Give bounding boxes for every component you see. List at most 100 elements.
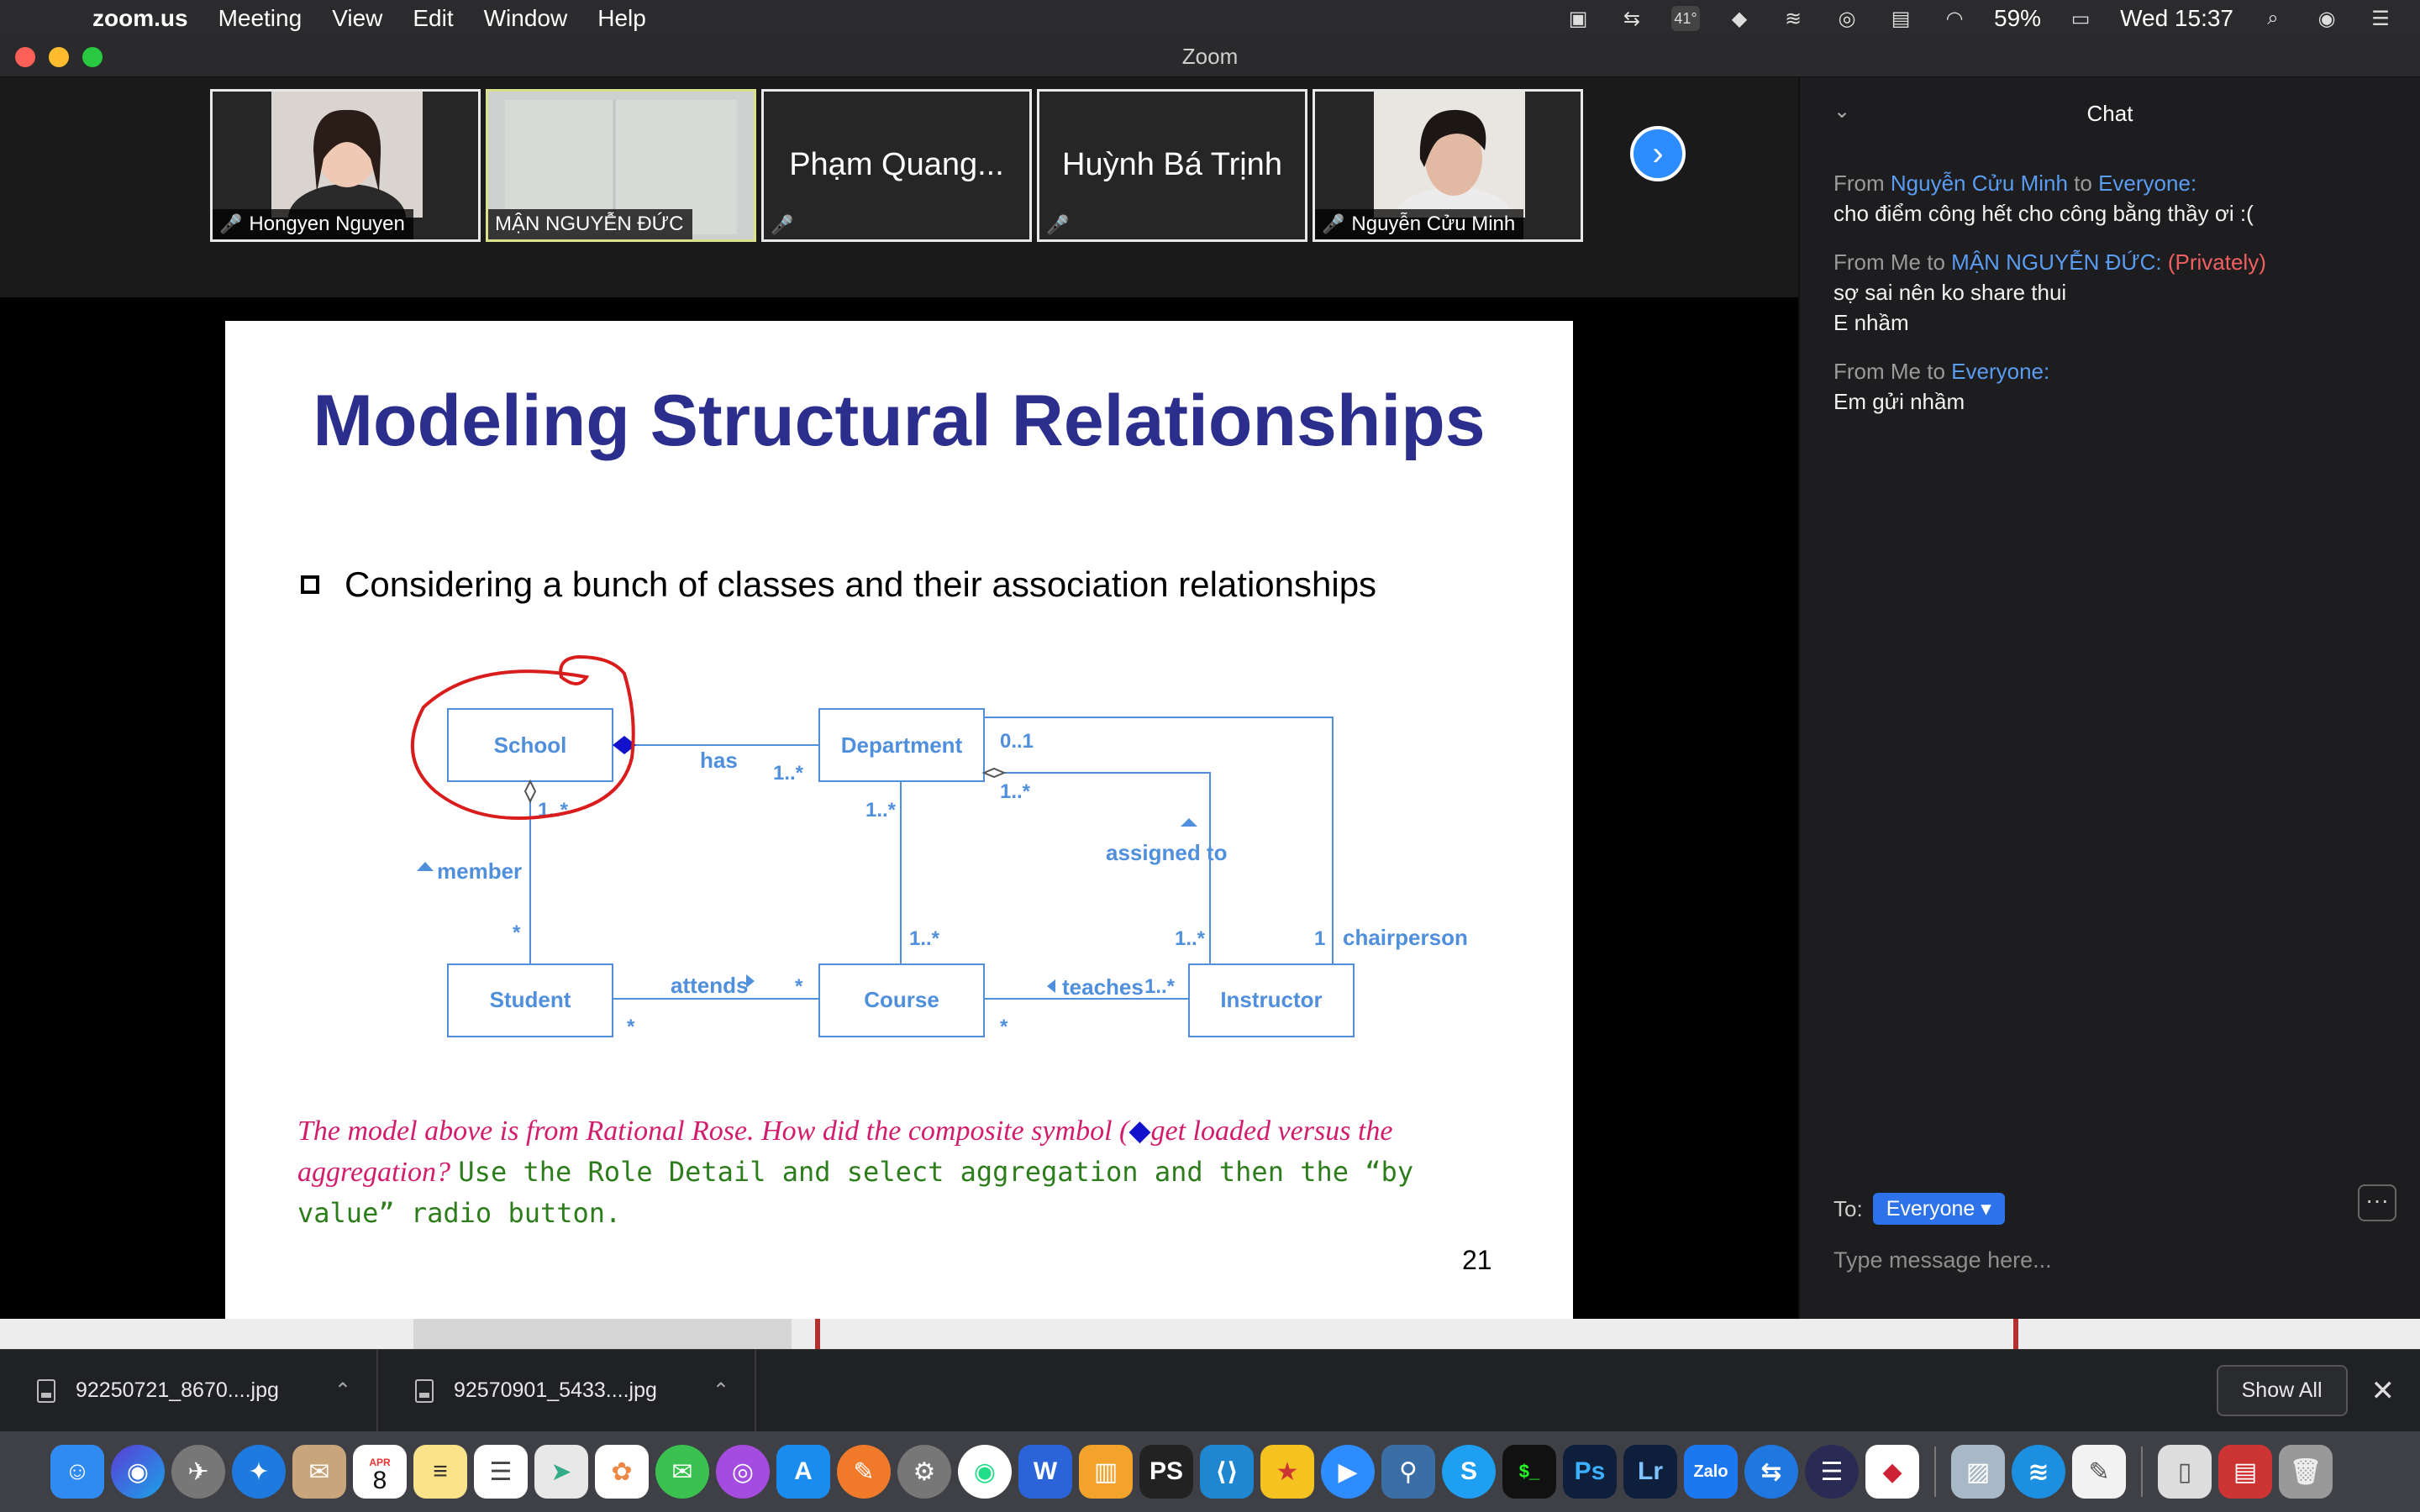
zoom-icon[interactable]: ▶ [1321, 1445, 1375, 1499]
maps-icon[interactable]: ➤ [534, 1445, 588, 1499]
participant-strip: 🎤 Hongyen Nguyen MẬN NGUYỄN ĐỨC Phạm Qua… [0, 77, 1798, 297]
next-participants-button[interactable]: › [1630, 126, 1686, 181]
multiplicity: 1..* [1144, 975, 1176, 998]
close-window-button[interactable] [15, 46, 35, 67]
chat-message-input[interactable] [1833, 1240, 2388, 1280]
slide-page-number: 21 [1462, 1245, 1492, 1275]
recipient-dropdown[interactable]: Everyone ▾ [1872, 1193, 2005, 1225]
trash-icon[interactable]: 🗑 [2279, 1445, 2333, 1499]
sketch-icon[interactable]: ✎ [837, 1445, 891, 1499]
multiplicity: * [1000, 1016, 1008, 1038]
docker-icon[interactable]: ≋ [2012, 1445, 2065, 1499]
podcasts-icon[interactable]: ◎ [716, 1445, 770, 1499]
word-icon[interactable]: W [1018, 1445, 1072, 1499]
direction-arrow-icon [1047, 979, 1055, 993]
menubar-clock[interactable]: Wed 15:37 [2120, 5, 2233, 32]
participant-tile[interactable]: 🎤 Hongyen Nguyen [210, 89, 481, 242]
documents-stack-icon[interactable]: ▯ [2158, 1445, 2212, 1499]
books-icon[interactable]: ▥ [1079, 1445, 1133, 1499]
phpstorm-icon[interactable]: PS [1139, 1445, 1193, 1499]
photoshop-icon[interactable]: Ps [1563, 1445, 1617, 1499]
participant-tile[interactable]: 🎤 Nguyễn Cửu Minh [1313, 89, 1583, 242]
rational-rose-icon[interactable]: ◆ [1865, 1445, 1919, 1499]
chat-header: ⌄ Chat [1800, 77, 2420, 150]
vscode-icon[interactable]: ⟨⟩ [1200, 1445, 1254, 1499]
teamviewer-tray-icon[interactable]: ⇆ [1618, 6, 1646, 31]
recipient-row: To: Everyone ▾ [1833, 1193, 2005, 1225]
recipient-name[interactable]: Everyone [2098, 171, 2191, 196]
dock-separator [2141, 1446, 2143, 1497]
app-tray-icon[interactable]: ◆ [1725, 6, 1754, 31]
label-attends: attends [671, 973, 748, 998]
menu-window[interactable]: Window [469, 5, 583, 32]
multiplicity: 0..1 [1000, 730, 1034, 753]
label-teaches: teaches [1062, 974, 1144, 1000]
background-divider [815, 1319, 820, 1349]
finder-icon[interactable]: ☺ [50, 1445, 104, 1499]
menu-view[interactable]: View [317, 5, 397, 32]
mysql-workbench-icon[interactable]: ⚲ [1381, 1445, 1435, 1499]
fullscreen-window-button[interactable] [82, 46, 103, 67]
safari-icon[interactable]: ✦ [232, 1445, 286, 1499]
multiplicity: * [795, 975, 803, 998]
messages-icon[interactable]: ✉ [655, 1445, 709, 1499]
recipient-name[interactable]: Everyone: [1951, 359, 2049, 384]
star-app-icon[interactable]: ★ [1260, 1445, 1314, 1499]
photos-icon[interactable]: ✿ [595, 1445, 649, 1499]
spotlight-search-icon[interactable]: ⌕ [2259, 6, 2287, 31]
creative-cloud-icon[interactable]: ◎ [1833, 6, 1861, 31]
downloads-stack-icon[interactable]: ▤ [2218, 1445, 2272, 1499]
eclipse-icon[interactable]: ☰ [1805, 1445, 1859, 1499]
zalo-icon[interactable]: Zalo [1684, 1445, 1738, 1499]
sender-name[interactable]: Nguyễn Cửu Minh [1891, 171, 2068, 196]
siri-icon[interactable]: ◉ [2312, 6, 2341, 31]
download-item[interactable]: 92570901_5433....jpg ⌃ [378, 1349, 756, 1432]
menu-app-name[interactable]: zoom.us [92, 5, 203, 32]
chevron-down-icon[interactable]: ⌄ [1833, 99, 1850, 123]
chevron-up-icon[interactable]: ⌃ [713, 1378, 729, 1403]
recipient-name[interactable]: MẬN NGUYỄN ĐỨC: [1951, 249, 2161, 275]
siri-icon[interactable]: ◉ [111, 1445, 165, 1499]
reminders-icon[interactable]: ☰ [474, 1445, 528, 1499]
notification-center-icon[interactable]: ☰ [2366, 6, 2395, 31]
weather-temperature[interactable]: 41° [1671, 6, 1701, 31]
mail-icon[interactable]: ✉ [292, 1445, 346, 1499]
input-source-flag-icon[interactable]: ▤ [1886, 6, 1915, 31]
textedit-icon[interactable]: ✎ [2072, 1445, 2126, 1499]
aggregation-diamond-icon [523, 779, 537, 804]
participant-display-name: Phạm Quang... [789, 147, 1004, 182]
app-store-icon[interactable]: A [776, 1445, 830, 1499]
preview-icon[interactable]: ▨ [1951, 1445, 2005, 1499]
multiplicity: 1..* [1000, 780, 1031, 803]
close-icon[interactable]: ✕ [2371, 1374, 2396, 1408]
show-all-button[interactable]: Show All [2216, 1365, 2348, 1416]
window-titlebar[interactable]: Zoom [0, 37, 2420, 77]
participant-tile[interactable]: Phạm Quang... 🎤 [761, 89, 1032, 242]
participant-tile-active-speaker[interactable]: MẬN NGUYỄN ĐỨC [486, 89, 756, 242]
battery-percent[interactable]: 59% [1994, 5, 2041, 32]
system-preferences-icon[interactable]: ⚙ [897, 1445, 951, 1499]
battery-icon[interactable]: ▭ [2066, 6, 2095, 31]
docker-tray-icon[interactable]: ≋ [1779, 6, 1807, 31]
terminal-icon[interactable]: $_ [1502, 1445, 1556, 1499]
chat-message: From Me to Everyone: Em gửi nhầm [1833, 356, 2386, 417]
chat-message-list[interactable]: From Nguyễn Cửu Minh to Everyone: cho đi… [1800, 168, 2420, 417]
teamviewer-icon[interactable]: ⇆ [1744, 1445, 1798, 1499]
minimize-window-button[interactable] [49, 46, 69, 67]
chrome-icon[interactable]: ◉ [958, 1445, 1012, 1499]
more-options-button[interactable]: ··· [2358, 1184, 2396, 1221]
launchpad-icon[interactable]: ✈ [171, 1445, 225, 1499]
zoom-tray-icon[interactable]: ▣ [1564, 6, 1592, 31]
notes-icon[interactable]: ≡ [413, 1445, 467, 1499]
download-item[interactable]: 92250721_8670....jpg ⌃ [0, 1349, 378, 1432]
skype-icon[interactable]: S [1442, 1445, 1496, 1499]
lightroom-icon[interactable]: Lr [1623, 1445, 1677, 1499]
menu-help[interactable]: Help [582, 5, 661, 32]
participant-tile[interactable]: Huỳnh Bá Trịnh 🎤 [1037, 89, 1307, 242]
wifi-icon[interactable]: ◠ [1940, 6, 1969, 31]
menu-edit[interactable]: Edit [397, 5, 468, 32]
menu-meeting[interactable]: Meeting [203, 5, 318, 32]
chevron-up-icon[interactable]: ⌃ [334, 1378, 351, 1403]
class-name-department: Department [841, 732, 963, 758]
calendar-icon[interactable]: APR 8 [353, 1445, 407, 1499]
